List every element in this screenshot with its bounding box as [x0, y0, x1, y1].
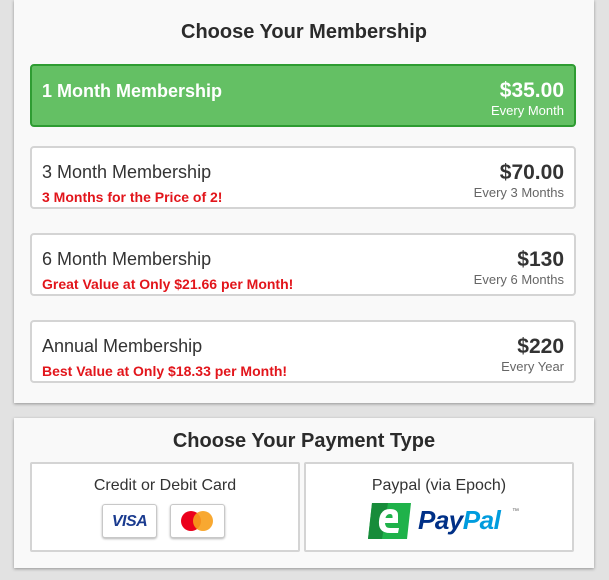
plan-name: 6 Month Membership	[42, 249, 212, 269]
membership-panel: Choose Your Membership 1 Month Membershi…	[14, 0, 594, 403]
paypal-word-pal: Pal	[462, 505, 501, 535]
trademark-symbol: ™	[512, 508, 519, 515]
plan-period: Every 6 Months	[473, 272, 564, 287]
payment-option-label: Paypal (via Epoch)	[371, 477, 507, 494]
plan-price: $130	[517, 248, 564, 271]
plan-period: Every 3 Months	[473, 185, 564, 200]
payment-option-paypal[interactable]: Paypal (via Epoch) PayPal ™	[304, 462, 574, 552]
payment-option-label: Credit or Debit Card	[93, 477, 237, 494]
paypal-word-pay: Pay	[418, 505, 463, 535]
plan-3-month[interactable]: 3 Month Membership 3 Months for the Pric…	[30, 146, 576, 209]
visa-icon: VISA	[102, 504, 157, 538]
plan-name: 3 Month Membership	[42, 162, 212, 182]
plan-annual[interactable]: Annual Membership Best Value at Only $18…	[30, 320, 576, 383]
epoch-icon	[368, 503, 411, 539]
mastercard-icon	[170, 504, 225, 538]
plan-promo: Best Value at Only $18.33 per Month!	[42, 363, 288, 379]
plan-period: Every Month	[491, 103, 564, 118]
plan-name: Annual Membership	[42, 336, 203, 356]
membership-title: Choose Your Membership	[181, 21, 427, 43]
plan-price: $220	[517, 335, 564, 358]
plan-promo: 3 Months for the Price of 2!	[42, 189, 223, 205]
plan-promo: Great Value at Only $21.66 per Month!	[42, 276, 294, 292]
plan-price: $35.00	[499, 79, 564, 102]
plan-6-month[interactable]: 6 Month Membership Great Value at Only $…	[30, 233, 576, 296]
payment-panel: Choose Your Payment Type Credit or Debit…	[14, 418, 594, 568]
plan-price: $70.00	[499, 161, 564, 184]
paypal-icon: PayPal	[418, 505, 501, 536]
payment-title: Choose Your Payment Type	[172, 430, 436, 452]
plan-name: 1 Month Membership	[42, 81, 223, 101]
mastercard-yellow-circle	[193, 511, 213, 531]
payment-option-card[interactable]: Credit or Debit Card VISA	[30, 462, 300, 552]
plan-1-month[interactable]: 1 Month Membership $35.00 Every Month	[30, 64, 576, 127]
plan-period: Every Year	[501, 359, 564, 374]
visa-text: VISA	[111, 513, 148, 530]
